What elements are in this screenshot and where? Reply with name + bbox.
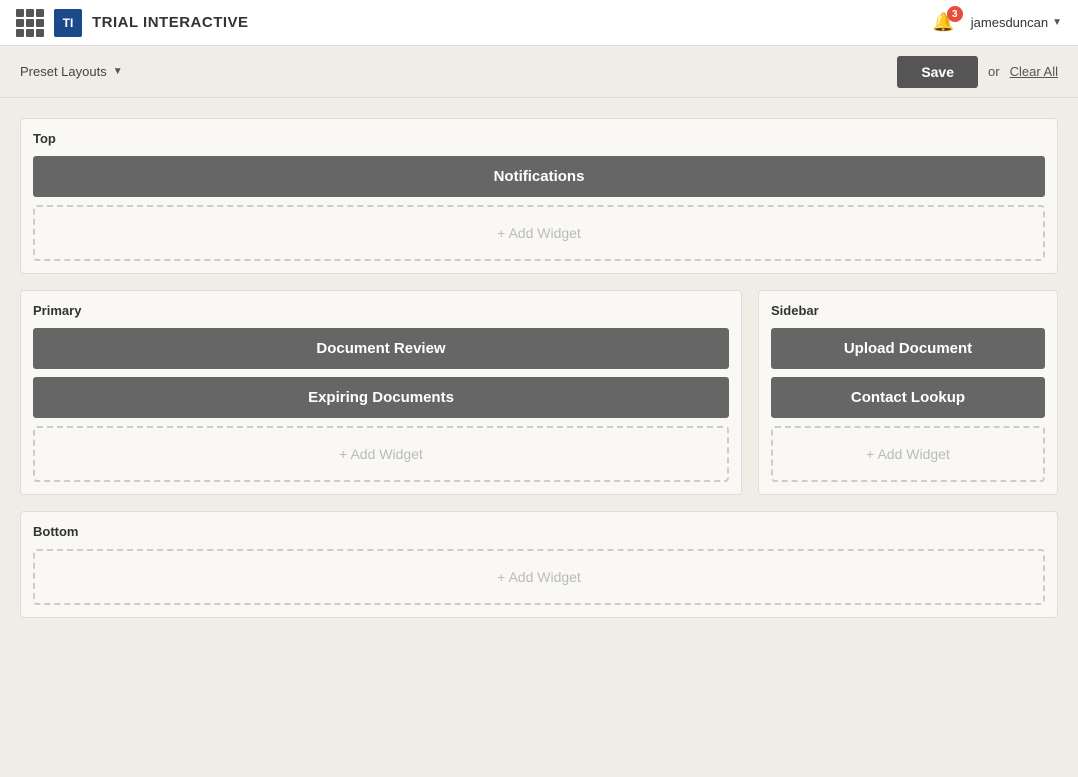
bottom-section-panel: Bottom + Add Widget bbox=[20, 511, 1058, 618]
app-logo: TI bbox=[54, 9, 82, 37]
primary-section-panel: Primary Document Review Expiring Documen… bbox=[20, 290, 742, 495]
header-right: 🔔 3 jamesduncan ▼ bbox=[932, 12, 1062, 33]
grid-menu-icon[interactable] bbox=[16, 9, 44, 37]
preset-layouts-label: Preset Layouts bbox=[20, 64, 107, 79]
notifications-widget-btn[interactable]: Notifications bbox=[33, 156, 1045, 197]
notification-badge: 3 bbox=[947, 6, 963, 22]
clear-all-button[interactable]: Clear All bbox=[1010, 64, 1058, 79]
sidebar-add-widget-btn[interactable]: + Add Widget bbox=[771, 426, 1045, 482]
header-left: TI TRIAL INTERACTIVE bbox=[16, 9, 249, 37]
primary-sidebar-row: Primary Document Review Expiring Documen… bbox=[20, 290, 1058, 495]
bottom-section-label: Bottom bbox=[33, 524, 1045, 539]
toolbar-right: Save or Clear All bbox=[897, 56, 1058, 88]
chevron-down-icon: ▼ bbox=[1052, 17, 1062, 28]
toolbar: Preset Layouts ▼ Save or Clear All bbox=[0, 46, 1078, 98]
contact-lookup-widget-btn[interactable]: Contact Lookup bbox=[771, 377, 1045, 418]
primary-section-label: Primary bbox=[33, 303, 729, 318]
primary-add-widget-btn[interactable]: + Add Widget bbox=[33, 426, 729, 482]
sidebar-section-panel: Sidebar Upload Document Contact Lookup +… bbox=[758, 290, 1058, 495]
upload-document-widget-btn[interactable]: Upload Document bbox=[771, 328, 1045, 369]
or-text: or bbox=[988, 64, 1000, 79]
main-content: Top Notifications + Add Widget Primary D… bbox=[0, 98, 1078, 638]
user-menu[interactable]: jamesduncan ▼ bbox=[971, 15, 1062, 30]
top-section-label: Top bbox=[33, 131, 1045, 146]
notifications-bell[interactable]: 🔔 3 bbox=[932, 12, 954, 33]
user-name: jamesduncan bbox=[971, 15, 1048, 30]
app-title: TRIAL INTERACTIVE bbox=[92, 14, 249, 31]
bottom-add-widget-btn[interactable]: + Add Widget bbox=[33, 549, 1045, 605]
preset-layouts-dropdown[interactable]: Preset Layouts ▼ bbox=[20, 64, 123, 79]
expiring-documents-widget-btn[interactable]: Expiring Documents bbox=[33, 377, 729, 418]
preset-chevron-icon: ▼ bbox=[113, 66, 123, 77]
save-button[interactable]: Save bbox=[897, 56, 978, 88]
sidebar-section-label: Sidebar bbox=[771, 303, 1045, 318]
app-header: TI TRIAL INTERACTIVE 🔔 3 jamesduncan ▼ bbox=[0, 0, 1078, 46]
top-add-widget-btn[interactable]: + Add Widget bbox=[33, 205, 1045, 261]
top-section-panel: Top Notifications + Add Widget bbox=[20, 118, 1058, 274]
document-review-widget-btn[interactable]: Document Review bbox=[33, 328, 729, 369]
